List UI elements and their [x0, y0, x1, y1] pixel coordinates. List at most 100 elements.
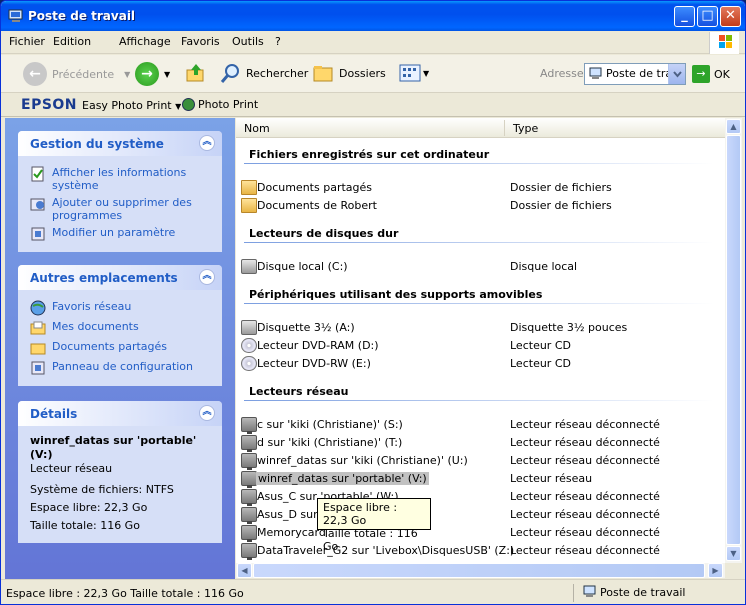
- photo-print-label: Photo Print: [198, 98, 259, 111]
- list-item[interactable]: Asus_D sur 'p Lecteur réseau déconnecté: [240, 506, 720, 524]
- details-type: Lecteur réseau: [30, 462, 113, 475]
- vertical-scrollbar[interactable]: ▲ ▼: [725, 118, 742, 563]
- link-network-places[interactable]: Favoris réseau: [30, 300, 214, 316]
- link-control-panel[interactable]: Panneau de configuration: [30, 360, 214, 376]
- scroll-up-button[interactable]: ▲: [726, 119, 741, 134]
- system-tasks-panel: Gestion du système ︽ Afficher les informa…: [18, 131, 222, 252]
- collapse-icon[interactable]: ︽: [199, 405, 215, 421]
- link-label: Ajouter ou supprimer des programmes: [52, 196, 192, 222]
- menu-affichage[interactable]: Affichage: [119, 35, 171, 48]
- other-places-title: Autres emplacements: [30, 271, 178, 285]
- list-item[interactable]: Documents de Robert Dossier de fichiers: [240, 197, 720, 215]
- easy-photo-print-button[interactable]: Easy Photo Print ▼: [82, 99, 181, 112]
- my-documents-icon: [30, 321, 46, 335]
- menu-edition[interactable]: Edition: [53, 35, 91, 48]
- scroll-right-button[interactable]: ▶: [708, 563, 723, 578]
- chevron-down-icon: ▼: [124, 69, 131, 79]
- list-item[interactable]: Disquette 3½ (A:) Disquette 3½ pouces: [240, 319, 720, 337]
- back-label: Précédente: [52, 67, 115, 81]
- cd-icon: [241, 356, 257, 371]
- menu-fichier[interactable]: Fichier: [9, 35, 45, 48]
- menu-help[interactable]: ?: [275, 35, 281, 48]
- item-name: winref_datas sur 'portable' (V:): [256, 472, 429, 485]
- address-dropdown-button[interactable]: [668, 64, 685, 84]
- item-type: Lecteur réseau déconnecté: [510, 436, 660, 449]
- views-button[interactable]: ▼: [399, 64, 429, 82]
- list-item[interactable]: d sur 'kiki (Christiane)' (T:) Lecteur ré…: [240, 434, 720, 452]
- drive-tooltip: Espace libre : 22,3 Go Taille totale : 1…: [317, 498, 431, 553]
- close-button[interactable]: ✕: [720, 6, 741, 27]
- list-item[interactable]: Documents partagés Dossier de fichiers: [240, 179, 720, 197]
- group-divider: [244, 242, 714, 243]
- link-shared-documents[interactable]: Documents partagés: [30, 340, 214, 356]
- item-type: Disquette 3½ pouces: [510, 321, 628, 334]
- go-label: OK: [714, 67, 730, 81]
- group-divider: [244, 303, 714, 304]
- list-item[interactable]: winref_datas sur 'kiki (Christiane)' (U:…: [240, 452, 720, 470]
- folders-icon: [313, 66, 333, 82]
- list-item[interactable]: Disque local (C:) Disque local: [240, 258, 720, 276]
- chevron-down-icon: ▼: [164, 69, 171, 79]
- other-places-header[interactable]: Autres emplacements ︽: [18, 265, 222, 290]
- photo-print-button[interactable]: Photo Print: [182, 98, 258, 111]
- link-label: Afficher les informations système: [52, 166, 187, 192]
- maximize-button[interactable]: □: [697, 6, 718, 27]
- scroll-down-button[interactable]: ▼: [726, 546, 741, 561]
- go-button[interactable]: → OK: [692, 65, 730, 83]
- column-type[interactable]: Type: [513, 122, 538, 135]
- system-tasks-header[interactable]: Gestion du système ︽: [18, 131, 222, 156]
- folders-button[interactable]: Dossiers: [313, 62, 386, 84]
- folder-icon: [241, 198, 257, 213]
- item-name: Disquette 3½ (A:): [257, 321, 355, 334]
- link-system-info[interactable]: Afficher les informations système: [30, 166, 214, 192]
- link-change-setting[interactable]: Modifier un paramètre: [30, 226, 214, 242]
- add-remove-programs-icon: [30, 198, 45, 211]
- menu-bar: Fichier Edition Affichage Favoris Outils…: [1, 31, 745, 54]
- list-item[interactable]: Lecteur DVD-RW (E:) Lecteur CD: [240, 355, 720, 373]
- collapse-icon[interactable]: ︽: [199, 135, 215, 151]
- scroll-left-button[interactable]: ◀: [237, 563, 252, 578]
- forward-button[interactable]: → ▼: [135, 62, 170, 86]
- back-button[interactable]: ← Précédente ▼: [23, 62, 130, 86]
- tooltip-total-size: Taille totale : 116 Go: [323, 527, 418, 553]
- search-button[interactable]: Rechercher: [220, 62, 308, 84]
- list-item[interactable]: Memorycard Lecteur réseau déconnecté: [240, 524, 720, 542]
- up-folder-icon: [186, 64, 204, 82]
- link-label: Panneau de configuration: [52, 360, 194, 373]
- group-header: Périphériques utilisant des supports amo…: [249, 288, 543, 301]
- minimize-button[interactable]: _: [674, 6, 695, 27]
- column-name[interactable]: Nom: [244, 122, 270, 135]
- item-type: Lecteur réseau déconnecté: [510, 490, 660, 503]
- item-type: Lecteur réseau: [510, 472, 593, 485]
- list-item[interactable]: c sur 'kiki (Christiane)' (S:) Lecteur ré…: [240, 416, 720, 434]
- group-divider: [244, 163, 714, 164]
- group-divider: [244, 400, 714, 401]
- forward-arrow-icon: →: [135, 62, 159, 86]
- netdrive-icon: [241, 525, 257, 542]
- floppy-icon: [241, 320, 257, 335]
- list-item[interactable]: DataTraveler_G2 sur 'Livebox\DisquesUSB'…: [240, 542, 720, 560]
- list-item[interactable]: Asus_C sur 'portable' (W:) Lecteur réseau…: [240, 488, 720, 506]
- address-label: Adresse: [540, 67, 584, 80]
- my-computer-icon: [583, 585, 596, 597]
- details-header[interactable]: Détails ︽: [18, 401, 222, 426]
- horizontal-scrollbar[interactable]: ◀ ▶: [236, 563, 725, 578]
- netdrive-icon: [241, 417, 257, 434]
- task-pane: Gestion du système ︽ Afficher les informa…: [5, 118, 235, 579]
- details-free-space: Espace libre: 22,3 Go: [30, 501, 148, 514]
- up-folder-button[interactable]: [185, 62, 207, 84]
- menu-favoris[interactable]: Favoris: [181, 35, 220, 48]
- menu-outils[interactable]: Outils: [232, 35, 264, 48]
- horizontal-scroll-thumb[interactable]: [253, 563, 705, 578]
- list-item[interactable]: winref_datas sur 'portable' (V:) Lecteur …: [240, 470, 720, 488]
- title-bar[interactable]: Poste de travail _ □ ✕: [1, 1, 745, 31]
- netdrive-icon: [241, 489, 257, 506]
- epson-toolbar: EPSON Easy Photo Print ▼ Photo Print: [1, 94, 745, 117]
- link-add-remove-programs[interactable]: Ajouter ou supprimer des programmes: [30, 196, 214, 222]
- folder-icon: [241, 180, 257, 195]
- list-item[interactable]: Lecteur DVD-RAM (D:) Lecteur CD: [240, 337, 720, 355]
- vertical-scroll-thumb[interactable]: [726, 135, 741, 545]
- details-total-size: Taille totale: 116 Go: [30, 519, 140, 532]
- collapse-icon[interactable]: ︽: [199, 269, 215, 285]
- link-my-documents[interactable]: Mes documents: [30, 320, 214, 336]
